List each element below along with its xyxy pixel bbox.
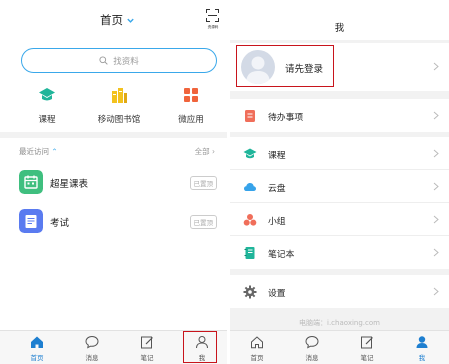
chevron-right-icon [433,182,439,191]
chevron-right-icon [433,287,439,296]
quick-tiles: 课程 移动图书馆 微应用 [0,86,227,126]
person-icon [416,336,428,348]
scan-icon [206,9,219,22]
gear-icon [243,285,257,299]
chat-bubble-icon [85,335,99,349]
menu-label: 待办事项 [268,113,304,123]
tile-micro-apps[interactable]: 微应用 [161,86,221,125]
scan-label: 资源码 [207,24,219,29]
tab-home[interactable]: 首页 [17,335,57,362]
profile-screen: 我 请先登录 待办事项 课程 云盘 小组 笔记本 设置 电脑端：i.chaoxi… [230,0,449,364]
menu-item-todo[interactable]: 待办事项 [230,99,449,132]
tile-course[interactable]: 课程 [17,86,77,125]
menu-item-course[interactable]: 课程 [230,137,449,170]
menu-label: 笔记本 [268,250,295,260]
page-title: 首页 [100,13,123,27]
graduation-cap-icon [243,148,257,159]
menu-group-main: 课程 云盘 小组 笔记本 [230,137,449,269]
recent-label: 最近访问 [19,147,49,156]
menu-label: 小组 [268,217,286,227]
scan-button[interactable]: 资源码 [205,9,221,33]
cloud-icon [244,183,256,191]
search-input[interactable]: 找资料 [21,48,217,73]
all-label: 全部 [194,147,210,156]
section-divider [0,132,227,138]
pinned-badge: 已置顶 [189,176,217,190]
recent-header: 最近访问 ⌃ 全部 › [19,146,215,157]
home-icon [31,336,43,348]
graduation-cap-icon [39,88,55,101]
group-icon [243,214,257,226]
tab-label: 笔记 [360,354,374,362]
home-icon [251,336,263,349]
pinned-badge: 已置顶 [189,215,217,229]
tile-label: 课程 [38,115,56,125]
recent-item-exam[interactable]: 考试 已置顶 [19,209,217,235]
chevron-down-icon [127,18,134,23]
page-title: 我 [334,23,345,34]
desktop-url-note: 电脑端：i.chaoxing.com [299,319,380,327]
recent-item-label: 超星课表 [50,179,89,190]
search-icon [99,56,108,65]
recent-item-label: 考试 [50,218,70,229]
recent-item-schedule[interactable]: 超星课表 已置顶 [19,170,217,196]
tab-messages[interactable]: 消息 [292,335,332,362]
menu-label: 云盘 [268,184,286,194]
tab-messages[interactable]: 消息 [72,335,112,362]
chevron-right-icon [433,149,439,158]
menu-item-settings[interactable]: 设置 [230,275,449,308]
books-icon [112,88,127,103]
tab-notes[interactable]: 笔记 [347,335,387,362]
tab-label: 消息 [305,354,319,362]
chevron-right-icon [433,111,439,120]
chevron-up-icon[interactable]: ⌃ [51,147,57,156]
note-edit-icon [141,336,153,349]
menu-group-todo: 待办事项 [230,99,449,132]
highlight-box [236,45,334,87]
home-title-dropdown[interactable]: 首页 [100,12,135,28]
tile-label: 移动图书馆 [97,115,141,125]
home-screen: 首页 资源码 找资料 课程 移动图书馆 微应用 最近访问 ⌃ 全部 › 超星课表… [0,0,227,364]
menu-label: 课程 [268,151,286,161]
all-link[interactable]: 全部 › [195,146,215,157]
exam-icon [19,209,43,233]
search-placeholder: 找资料 [113,56,139,67]
tab-me[interactable]: 我 [402,335,442,362]
bottom-tab-bar: 首页 消息 笔记 我 [230,330,449,364]
note-edit-icon [361,336,373,349]
menu-group-settings: 设置 [230,275,449,308]
menu-label: 设置 [268,289,286,299]
todo-icon [245,110,255,122]
tab-label: 笔记 [140,354,154,362]
home-header: 首页 资源码 [0,0,227,38]
chevron-right-icon [433,62,439,71]
tab-notes[interactable]: 笔记 [127,335,167,362]
tab-label: 消息 [85,354,99,362]
tab-label: 首页 [30,354,44,362]
chevron-right-icon [433,248,439,257]
grid-apps-icon [184,88,198,102]
notebook-icon [244,247,255,259]
menu-item-group[interactable]: 小组 [230,203,449,236]
tab-label: 我 [418,354,426,362]
menu-item-notebook[interactable]: 笔记本 [230,236,449,269]
highlight-box [183,331,217,363]
tab-home[interactable]: 首页 [237,335,277,362]
tile-label: 微应用 [178,115,204,125]
tile-mobile-library[interactable]: 移动图书馆 [89,86,149,125]
tab-label: 首页 [250,354,264,362]
calendar-icon [19,170,43,194]
menu-item-cloud[interactable]: 云盘 [230,170,449,203]
chat-bubble-icon [305,335,319,349]
chevron-right-icon [433,215,439,224]
profile-header: 我 [230,0,449,40]
